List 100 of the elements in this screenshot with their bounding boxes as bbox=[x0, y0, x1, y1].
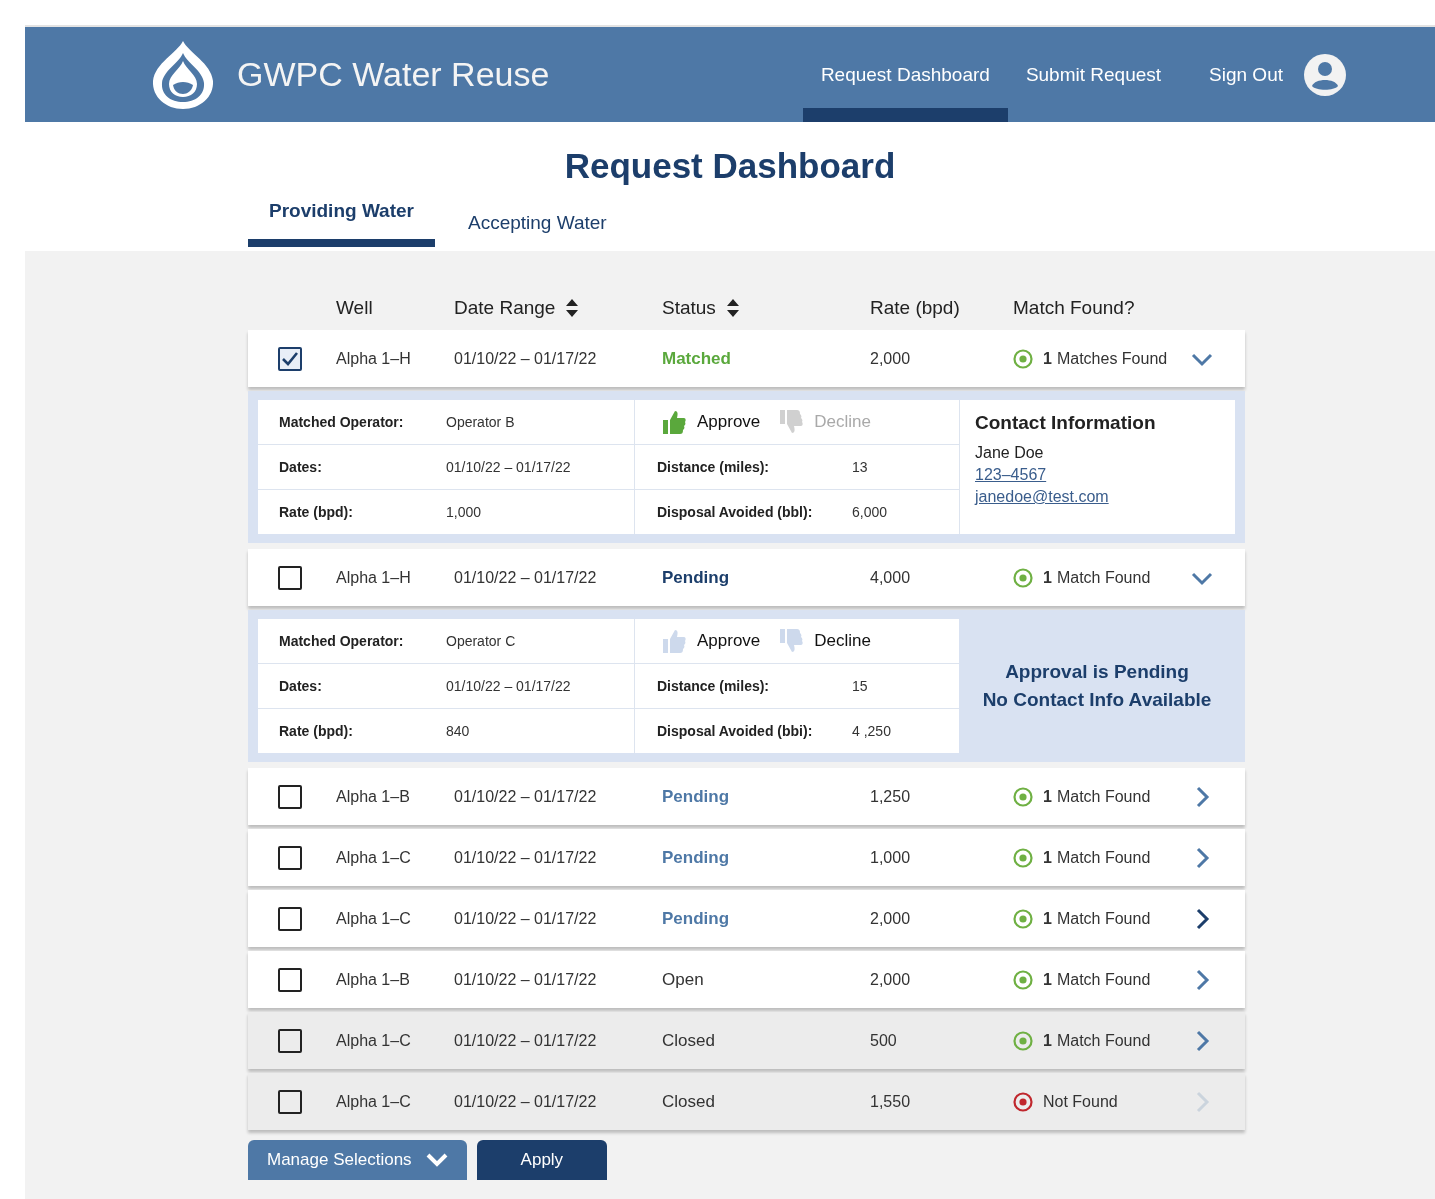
match-text: 1 Match Found bbox=[1043, 970, 1151, 989]
tab[interactable]: Providing Water bbox=[248, 200, 435, 247]
date-cell-text: 01/10/22 – 01/17/22 bbox=[454, 848, 598, 867]
field-value: 15 bbox=[852, 678, 868, 694]
well-cell-text: Alpha 1–H bbox=[336, 568, 412, 587]
page-title: Request Dashboard bbox=[564, 146, 896, 186]
approve-button[interactable]: Approve bbox=[661, 628, 761, 654]
checkbox[interactable] bbox=[278, 1028, 302, 1053]
checkbox[interactable] bbox=[278, 906, 302, 931]
column-header: Match Found? bbox=[1013, 297, 1135, 319]
field-label: Matched Operator: bbox=[278, 414, 405, 430]
match-text: Not Found bbox=[1043, 1092, 1118, 1111]
field-value: 840 bbox=[446, 723, 470, 739]
field-value: 01/10/22 – 01/17/22 bbox=[446, 459, 571, 475]
table-row[interactable]: Alpha 1–H 01/10/22 – 01/17/22 Pending 4,000 1 Match Found bbox=[248, 549, 1245, 606]
column-header: Well bbox=[336, 297, 373, 319]
column-header[interactable]: Date Range bbox=[454, 297, 556, 319]
field-value: 13 bbox=[852, 459, 868, 475]
tab[interactable]: Accepting Water bbox=[447, 200, 628, 247]
contact-name: Jane Doe bbox=[975, 444, 1045, 462]
field-label: Disposal Avoided (bbl): bbox=[656, 504, 814, 520]
rate-cell-text: 1,000 bbox=[870, 848, 912, 867]
field-value: 1,000 bbox=[446, 504, 482, 520]
sort-icon[interactable] bbox=[725, 298, 740, 318]
match-text: 1 Matches Found bbox=[1043, 349, 1168, 368]
field-value: 4 ,250 bbox=[852, 723, 891, 739]
status-cell-text: Pending bbox=[662, 786, 731, 807]
user-avatar-icon[interactable] bbox=[1303, 52, 1347, 97]
table-row[interactable]: Alpha 1–H 01/10/22 – 01/17/22 Matched 2,000 1 Matches Found bbox=[248, 330, 1245, 387]
nav-link[interactable]: Sign Out bbox=[1191, 27, 1301, 122]
caret-icon bbox=[425, 1153, 448, 1167]
phone-link[interactable]: 123–4567 bbox=[975, 466, 1220, 484]
field-label: Distance (miles): bbox=[656, 678, 771, 694]
thumbs-down-icon bbox=[778, 409, 805, 435]
rate-cell-text: 2,000 bbox=[870, 909, 912, 928]
status-cell-text: Open bbox=[662, 969, 705, 990]
column-header[interactable]: Status bbox=[662, 297, 716, 319]
date-cell-text: 01/10/22 – 01/17/22 bbox=[454, 909, 598, 928]
rate-cell-text: 500 bbox=[870, 1031, 898, 1050]
status-cell-text: Closed bbox=[662, 1030, 716, 1051]
date-cell-text: 01/10/22 – 01/17/22 bbox=[454, 349, 598, 368]
match-text: 1 Match Found bbox=[1043, 1031, 1151, 1050]
nav-link[interactable]: Submit Request bbox=[1007, 27, 1180, 122]
checkbox[interactable] bbox=[278, 346, 302, 371]
well-cell-text: Alpha 1–B bbox=[336, 787, 411, 806]
table-row[interactable]: Alpha 1–C 01/10/22 – 01/17/22 Pending 2,000 1 Match Found bbox=[248, 890, 1245, 947]
apply-button[interactable]: Apply bbox=[476, 1140, 608, 1180]
checkbox[interactable] bbox=[278, 845, 302, 870]
date-cell-text: 01/10/22 – 01/17/22 bbox=[454, 787, 598, 806]
match-text: 1 Match Found bbox=[1043, 568, 1151, 587]
table-row[interactable]: Alpha 1–B 01/10/22 – 01/17/22 Open 2,000 1 Match Found bbox=[248, 951, 1245, 1008]
rate-cell-text: 1,550 bbox=[870, 1092, 912, 1111]
status-cell-text: Matched bbox=[662, 348, 732, 369]
decline-button[interactable]: Decline bbox=[778, 628, 872, 654]
rate-cell-text: 2,000 bbox=[870, 970, 912, 989]
match-text: 1 Match Found bbox=[1043, 909, 1151, 928]
field-value: Operator C bbox=[446, 633, 516, 649]
checkbox[interactable] bbox=[278, 1089, 302, 1114]
well-cell-text: Alpha 1–C bbox=[336, 1031, 412, 1050]
well-cell-text: Alpha 1–C bbox=[336, 1092, 412, 1111]
date-cell-text: 01/10/22 – 01/17/22 bbox=[454, 1031, 598, 1050]
email-link[interactable]: janedoe@test.com bbox=[975, 488, 1220, 506]
table-row[interactable]: Alpha 1–C 01/10/22 – 01/17/22 Closed 1,550 Not Found bbox=[248, 1073, 1245, 1130]
field-label: Rate (bpd): bbox=[278, 504, 354, 520]
table-row[interactable]: Alpha 1–C 01/10/22 – 01/17/22 Closed 500 1 Match Found bbox=[248, 1012, 1245, 1069]
sort-icon[interactable] bbox=[565, 298, 580, 318]
thumbs-down-icon bbox=[778, 628, 805, 654]
well-cell-text: Alpha 1–C bbox=[336, 848, 412, 867]
table-row[interactable]: Alpha 1–C 01/10/22 – 01/17/22 Pending 1,000 1 Match Found bbox=[248, 829, 1245, 886]
field-label: Dates: bbox=[278, 459, 323, 475]
rate-cell-text: 4,000 bbox=[870, 568, 912, 587]
date-cell-text: 01/10/22 – 01/17/22 bbox=[454, 568, 598, 587]
thumbs-up-icon bbox=[661, 409, 687, 435]
pending-message: No Contact Info Available bbox=[982, 689, 1212, 711]
field-label: Distance (miles): bbox=[656, 459, 771, 475]
date-cell-text: 01/10/22 – 01/17/22 bbox=[454, 1092, 598, 1111]
match-text: 1 Match Found bbox=[1043, 848, 1151, 867]
field-value: 6,000 bbox=[852, 504, 888, 520]
match-text: 1 Match Found bbox=[1043, 787, 1151, 806]
checkbox[interactable] bbox=[278, 565, 302, 590]
table-row[interactable]: Alpha 1–B 01/10/22 – 01/17/22 Pending 1,250 1 Match Found bbox=[248, 768, 1245, 825]
status-cell-text: Pending bbox=[662, 847, 731, 868]
checkbox[interactable] bbox=[278, 784, 302, 809]
rate-cell-text: 1,250 bbox=[870, 787, 912, 806]
well-cell-text: Alpha 1–H bbox=[336, 349, 412, 368]
rate-cell-text: 2,000 bbox=[870, 349, 912, 368]
thumbs-up-icon bbox=[661, 628, 687, 654]
status-cell-text: Closed bbox=[662, 1091, 716, 1112]
field-label: Matched Operator: bbox=[278, 633, 405, 649]
date-cell-text: 01/10/22 – 01/17/22 bbox=[454, 970, 598, 989]
dropdown-button[interactable]: Manage Selections bbox=[248, 1140, 467, 1180]
field-value: Operator B bbox=[446, 414, 515, 430]
status-cell-text: Pending bbox=[662, 908, 731, 929]
approve-button[interactable]: Approve bbox=[661, 409, 761, 435]
checkbox[interactable] bbox=[278, 967, 302, 992]
field-value: 01/10/22 – 01/17/22 bbox=[446, 678, 571, 694]
field-label: Dates: bbox=[278, 678, 323, 694]
app-title: GWPC Water Reuse bbox=[237, 55, 550, 94]
field-label: Rate (bpd): bbox=[278, 723, 354, 739]
contact-title: Contact Information bbox=[975, 412, 1157, 434]
